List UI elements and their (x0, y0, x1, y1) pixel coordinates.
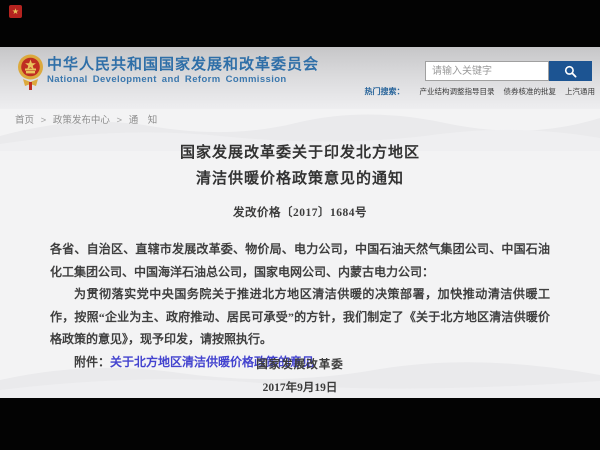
document-title-line1: 国家发展改革委关于印发北方地区 (0, 141, 600, 162)
recipients-paragraph: 各省、自治区、直辖市发展改革委、物价局、电力公司，中国石油天然气集团公司、中国石… (50, 238, 550, 283)
document-title-line2: 清洁供暖价格政策意见的通知 (0, 167, 600, 188)
issuing-agency: 国家发展改革委 (0, 356, 600, 372)
document-body: 各省、自治区、直辖市发展改革委、物价局、电力公司，中国石油天然气集团公司、中国石… (50, 238, 550, 373)
issue-date: 2017年9月19日 (0, 379, 600, 395)
main-paragraph: 为贯彻落实党中央国务院关于推进北方地区清洁供暖的决策部署，加快推动清洁供暖工作，… (50, 283, 550, 351)
document-number: 发改价格〔2017〕1684号 (0, 204, 600, 220)
bottom-letterbox-bar (0, 398, 600, 450)
document-area: 国家发展改革委关于印发北方地区 清洁供暖价格政策意见的通知 发改价格〔2017〕… (0, 0, 600, 450)
page: ★ 中华人民共和国国家发展和改革委员会 National Development… (0, 0, 600, 450)
